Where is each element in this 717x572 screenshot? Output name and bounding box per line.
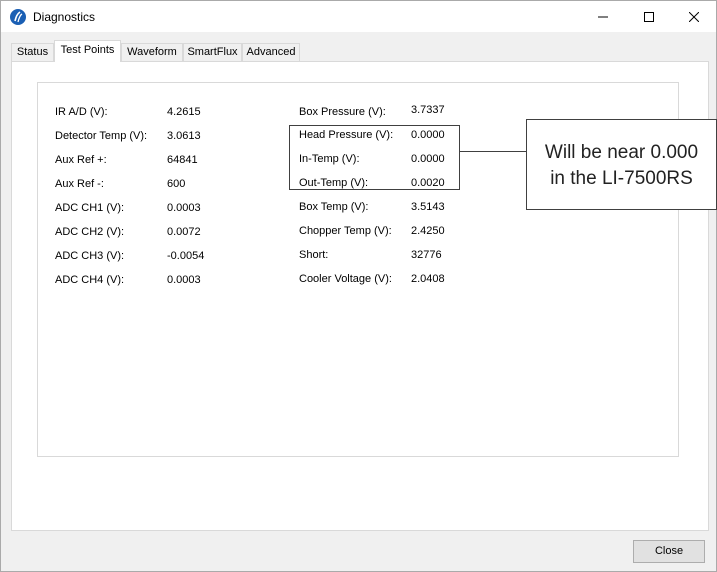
- tab-status[interactable]: Status: [11, 43, 54, 61]
- detector-temp-value: 3.0613: [167, 130, 201, 142]
- adc-ch2-label: ADC CH2 (V):: [55, 226, 125, 238]
- adc-ch3-label: ADC CH3 (V):: [55, 250, 125, 262]
- close-icon: [689, 11, 699, 22]
- diagnostics-window: Diagnostics Status Test Points Waveform …: [0, 0, 717, 572]
- aux-ref-minus-value: 600: [167, 178, 186, 190]
- chopper-temp-label: Chopper Temp (V):: [299, 225, 392, 237]
- adc-ch1-value: 0.0003: [167, 202, 201, 214]
- ir-ad-value: 4.2615: [167, 106, 201, 118]
- minimize-button[interactable]: [580, 1, 626, 32]
- title-bar[interactable]: Diagnostics: [1, 1, 716, 32]
- callout-line-2: in the LI-7500RS: [550, 168, 693, 189]
- ir-ad-label: IR A/D (V):: [55, 106, 108, 118]
- adc-ch1-label: ADC CH1 (V):: [55, 202, 125, 214]
- cooler-voltage-value: 2.0408: [411, 273, 445, 285]
- box-pressure-value: 3.7337: [411, 104, 445, 116]
- minimize-icon: [598, 16, 608, 17]
- annotation-highlight-box: [289, 125, 460, 190]
- adc-ch4-label: ADC CH4 (V):: [55, 274, 125, 286]
- tab-waveform[interactable]: Waveform: [121, 43, 183, 61]
- annotation-connector-line: [460, 151, 527, 152]
- short-label: Short:: [299, 249, 329, 261]
- aux-ref-plus-label: Aux Ref +:: [55, 154, 107, 166]
- aux-ref-plus-value: 64841: [167, 154, 198, 166]
- tab-advanced[interactable]: Advanced: [242, 43, 300, 61]
- window-title: Diagnostics: [33, 10, 96, 24]
- box-temp-value: 3.5143: [411, 201, 445, 213]
- adc-ch3-value: -0.0054: [167, 250, 205, 262]
- tab-smartflux[interactable]: SmartFlux: [183, 43, 242, 61]
- cooler-voltage-label: Cooler Voltage (V):: [299, 273, 392, 285]
- app-icon: [10, 9, 26, 25]
- adc-ch4-value: 0.0003: [167, 274, 201, 286]
- maximize-button[interactable]: [626, 1, 672, 32]
- short-value: 32776: [411, 249, 442, 261]
- detector-temp-label: Detector Temp (V):: [55, 130, 148, 142]
- chopper-temp-value: 2.4250: [411, 225, 445, 237]
- callout-line-1: Will be near 0.000: [544, 142, 699, 163]
- box-temp-label: Box Temp (V):: [299, 201, 369, 213]
- close-button[interactable]: Close: [633, 540, 705, 563]
- tab-test-points[interactable]: Test Points: [54, 40, 121, 62]
- annotation-callout: Will be near 0.000 in the LI-7500RS: [526, 119, 717, 210]
- close-window-button[interactable]: [671, 1, 717, 32]
- maximize-icon: [644, 11, 654, 22]
- aux-ref-minus-label: Aux Ref -:: [55, 178, 104, 190]
- box-pressure-label: Box Pressure (V):: [299, 106, 386, 118]
- adc-ch2-value: 0.0072: [167, 226, 201, 238]
